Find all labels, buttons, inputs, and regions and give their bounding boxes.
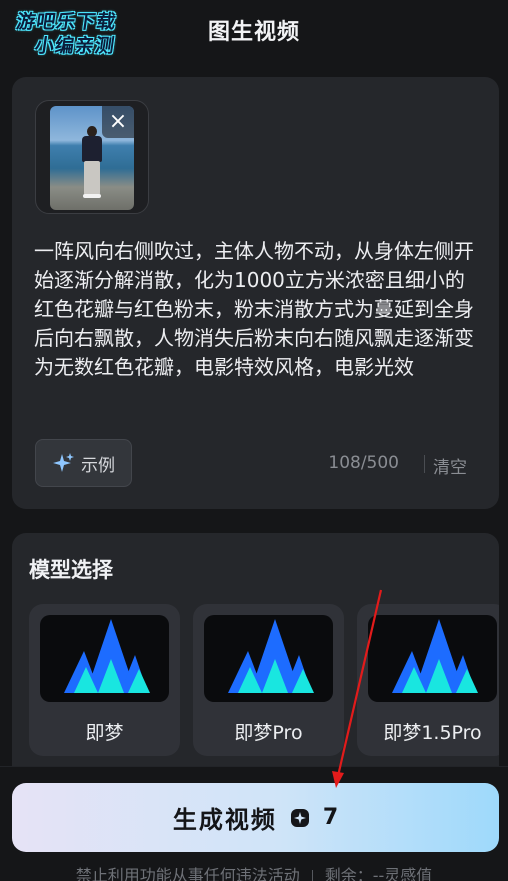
app-screen: 游吧乐下载 小编亲测 图生视频 × 一阵风向右侧吹过，主体人物不动，从身体左侧开… bbox=[0, 0, 508, 881]
sparkle-icon bbox=[53, 453, 74, 472]
count-divider bbox=[424, 455, 425, 473]
generate-label: 生成视频 bbox=[172, 806, 277, 834]
jimeng-logo-icon bbox=[40, 615, 169, 702]
jimeng-1-5-pro-logo-icon bbox=[368, 615, 497, 702]
balance-text: 剩余：--灵感值 bbox=[324, 866, 433, 881]
credit-count: 7 bbox=[322, 805, 339, 830]
person-jacket bbox=[82, 136, 102, 162]
credit-icon bbox=[290, 808, 309, 827]
footer-divider bbox=[311, 869, 313, 881]
usage-notice: 禁止利用功能从事任何违法活动 bbox=[75, 866, 300, 881]
model-name: 即梦 bbox=[85, 722, 124, 744]
jimeng-pro-logo-icon bbox=[204, 615, 333, 702]
page-title: 图生视频 bbox=[207, 20, 300, 45]
model-section-heading: 模型选择 bbox=[29, 558, 113, 582]
model-name: 即梦Pro bbox=[234, 722, 303, 744]
example-label: 示例 bbox=[81, 455, 115, 476]
uploaded-image-slot[interactable]: × bbox=[35, 100, 149, 214]
prompt-textarea[interactable]: 一阵风向右侧吹过，主体人物不动，从身体左侧开始逐渐分解消散，化为1000立方米浓… bbox=[34, 237, 482, 382]
uploaded-image-thumbnail: × bbox=[50, 106, 134, 210]
close-icon[interactable]: × bbox=[102, 106, 134, 138]
model-name: 即梦1.5Pro bbox=[383, 722, 482, 744]
model-option-jimeng-1-5-pro[interactable]: 即梦1.5Pro bbox=[357, 604, 499, 756]
model-option-jimeng[interactable]: 即梦 bbox=[29, 604, 180, 756]
char-count: 108/500 bbox=[328, 453, 399, 473]
person-shoes bbox=[83, 194, 101, 198]
model-list[interactable]: 即梦 即梦Pro 即梦1.5Pro bbox=[29, 604, 499, 756]
person-trousers bbox=[84, 161, 100, 195]
generate-video-button[interactable]: 生成视频 7 bbox=[12, 783, 499, 852]
footer-notice: 禁止利用功能从事任何违法活动 剩余：--灵感值 bbox=[0, 862, 508, 881]
model-selection-card: 模型选择 即梦 即梦Pro 即梦1.5Pro bbox=[12, 533, 499, 773]
example-button[interactable]: 示例 bbox=[35, 439, 132, 487]
model-option-jimeng-pro[interactable]: 即梦Pro bbox=[193, 604, 344, 756]
clear-button[interactable]: 清空 bbox=[433, 453, 467, 478]
prompt-card: × 一阵风向右侧吹过，主体人物不动，从身体左侧开始逐渐分解消散，化为1000立方… bbox=[12, 77, 499, 509]
